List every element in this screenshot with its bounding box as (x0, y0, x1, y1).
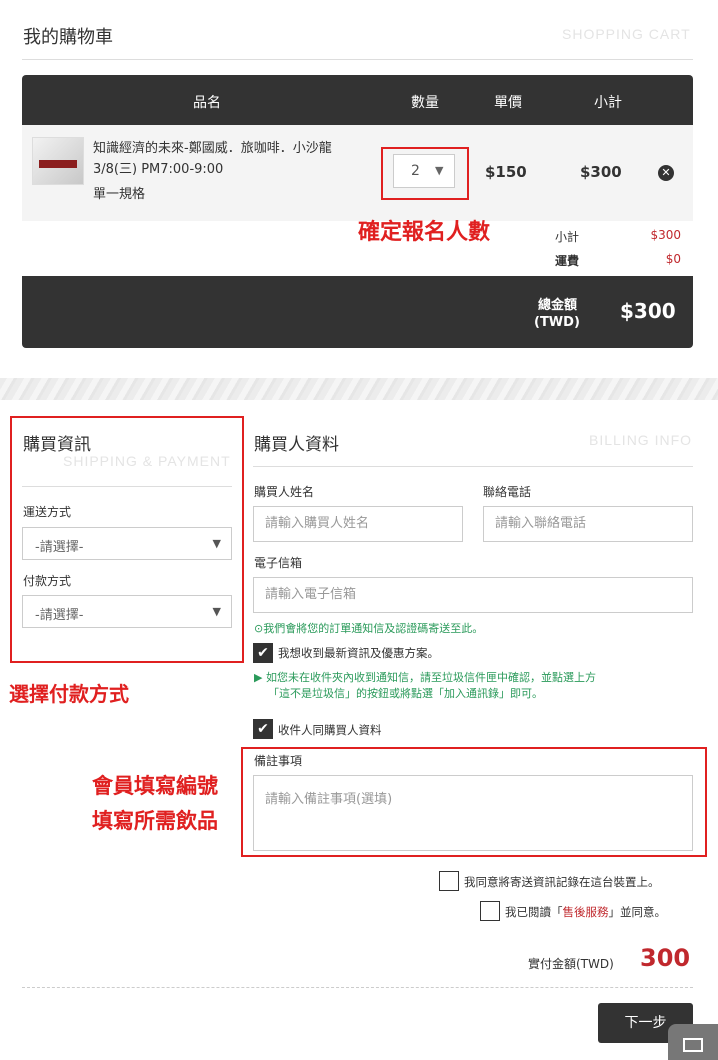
annotation-remark-note-2: 填寫所需飲品 (92, 809, 218, 833)
email-hint: ⊙我們會將您的訂單通知信及認證碼寄送至此。 (254, 620, 483, 636)
item-subtotal: $300 (580, 163, 622, 181)
cart-table-header: 品名 數量 單價 小計 (22, 75, 693, 125)
total-currency: (TWD) (534, 315, 580, 330)
product-datetime: 3/8(三) PM7:00-9:00 (93, 162, 224, 177)
checkmark-icon: ✔ (257, 721, 269, 737)
check-circle-icon: ⊙ (254, 622, 264, 635)
column-subtotal: 小計 (594, 95, 622, 111)
product-thumbnail[interactable] (32, 137, 84, 185)
terms-prefix: 我已閱讀「 (505, 905, 563, 919)
buyer-phone-input[interactable]: 請輸入聯絡電話 (483, 506, 693, 542)
email-hint-text: 我們會將您的訂單通知信及認證碼寄送至此。 (263, 622, 484, 635)
email-label: 電子信箱 (254, 556, 303, 570)
amount-value: 300 (640, 944, 691, 972)
annotation-remark-note-1: 會員填寫編號 (92, 774, 218, 798)
divider (22, 59, 693, 60)
mail-icon[interactable] (668, 1024, 718, 1060)
cart-item-row: 知識經濟的未來-鄭國威．旅咖啡．小沙龍 3/8(三) PM7:00-9:00 單… (22, 125, 693, 221)
cart-table: 品名 數量 單價 小計 知識經濟的未來-鄭國威．旅咖啡．小沙龍 3/8(三) P… (22, 75, 693, 348)
column-unit-price: 單價 (494, 95, 522, 111)
buyer-phone-label: 聯絡電話 (483, 485, 532, 499)
amount-label: 實付金額(TWD) (528, 957, 614, 971)
total-value: $300 (620, 299, 676, 323)
shipping-fee-value: $0 (665, 252, 681, 266)
same-as-buyer-checkbox[interactable]: ✔ (253, 719, 273, 739)
terms-link[interactable]: 售後服務 (563, 905, 609, 919)
column-qty: 數量 (411, 95, 439, 111)
annotation-box-payment (10, 416, 244, 663)
section-divider (0, 378, 718, 400)
cart-title-en: SHOPPING CART (562, 26, 691, 42)
same-as-buyer-label: 收件人同購買人資料 (278, 723, 382, 737)
checkmark-icon: ✔ (257, 645, 269, 661)
shipping-fee-label: 運費 (555, 254, 580, 268)
remove-item-icon[interactable]: ✕ (658, 165, 674, 181)
buyer-name-label: 購買人姓名 (254, 485, 315, 499)
remember-checkbox[interactable] (439, 871, 459, 891)
billing-title: 購買人資料 (254, 435, 339, 455)
billing-title-en: BILLING INFO (589, 432, 693, 448)
dashed-divider (22, 987, 693, 988)
buyer-name-input[interactable]: 請輸入購買人姓名 (253, 506, 463, 542)
subscribe-label: 我想收到最新資訊及優惠方案。 (278, 646, 439, 660)
annotation-box-quantity (381, 147, 469, 200)
annotation-payment-note: 選擇付款方式 (9, 682, 129, 706)
unit-price: $150 (485, 163, 527, 181)
terms-suffix: 」並同意。 (608, 905, 667, 919)
spam-hint-line-2: 「這不是垃圾信」的按鈕或將點選「加入通訊錄」即可。 (268, 687, 543, 700)
divider (253, 466, 693, 467)
subtotal-label: 小計 (555, 230, 580, 244)
cart-title: 我的購物車 (23, 27, 113, 48)
total-label: 總金額 (538, 298, 578, 313)
terms-label: 我已閱讀「售後服務」並同意。 (505, 904, 666, 920)
spam-hint-line-1: ▶ 如您未在收件夾內收到通知信，請至垃圾信件匣中確認，並點選上方 (254, 671, 596, 684)
terms-checkbox[interactable] (480, 901, 500, 921)
subscribe-checkbox[interactable]: ✔ (253, 643, 273, 663)
email-input[interactable]: 請輸入電子信箱 (253, 577, 693, 613)
annotation-box-remark (241, 747, 707, 857)
subtotal-value: $300 (650, 228, 681, 242)
product-name[interactable]: 知識經濟的未來-鄭國威．旅咖啡．小沙龍 (93, 137, 332, 156)
remember-label: 我同意將寄送資訊記錄在這台裝置上。 (464, 875, 660, 889)
product-spec: 單一規格 (93, 187, 146, 202)
column-name: 品名 (193, 95, 221, 111)
annotation-quantity-note: 確定報名人數 (358, 220, 491, 245)
